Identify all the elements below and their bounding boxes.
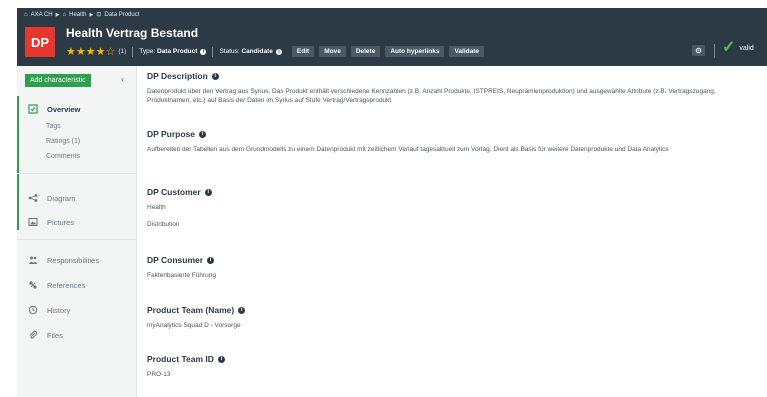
field-label-text: DP Consumer — [147, 255, 204, 265]
people-icon — [27, 254, 39, 266]
sidebar-item-label: History — [47, 305, 71, 315]
sidebar-item-label: Diagram — [47, 193, 76, 203]
chevron-right-icon: ▶ — [89, 11, 94, 18]
sidebar-item-tags[interactable]: Tags — [46, 123, 61, 130]
info-icon[interactable]: i — [200, 48, 207, 55]
field-dp-description: DP Description i Datenprodukt über den V… — [147, 71, 759, 105]
divider — [17, 239, 137, 240]
field-label-text: Product Team (Name) — [147, 305, 235, 315]
auto-hyperlinks-button[interactable]: Auto hyperlinks — [385, 46, 445, 57]
gear-icon — [695, 47, 702, 54]
sidebar-item-comments[interactable]: Comments — [46, 153, 80, 160]
chevron-left-icon[interactable]: ‹ — [121, 74, 124, 84]
sidebar-item-ratings[interactable]: Ratings (1) — [46, 138, 80, 145]
field-value-item: Distribution — [147, 221, 180, 228]
sidebar-item-pictures[interactable]: Pictures — [27, 216, 74, 228]
overview-icon — [27, 103, 39, 115]
field-label-text: DP Purpose — [147, 129, 196, 139]
checkmark-icon: ✓ — [722, 39, 736, 56]
paperclip-icon — [27, 329, 39, 341]
info-icon[interactable]: i — [211, 72, 219, 80]
breadcrumb-item[interactable]: Health — [69, 12, 86, 18]
sidebar-item-history[interactable]: History — [27, 304, 70, 316]
field-dp-consumer: DP Consumer i Faktenbasierte Führung — [147, 255, 759, 280]
field-value: myAnalytics Squad D - Vorsorge — [147, 322, 241, 329]
divider — [17, 173, 137, 174]
info-icon[interactable]: i — [217, 355, 225, 363]
home-icon: ⌂ — [24, 11, 28, 18]
settings-button[interactable] — [692, 45, 705, 56]
breadcrumb-item[interactable]: AXA CH — [31, 12, 53, 18]
sidebar-item-label: Responsibilities — [47, 255, 100, 265]
field-value: PRO-13 — [147, 371, 171, 378]
chevron-right-icon: ▶ — [55, 11, 60, 18]
field-product-team-id: Product Team ID i PRO-13 — [147, 354, 759, 379]
edit-button[interactable]: Edit — [291, 46, 315, 57]
diagram-icon — [27, 192, 39, 204]
rating-stars[interactable]: ★★★★☆ — [66, 45, 115, 58]
type-value: Data Product — [156, 48, 198, 55]
references-icon — [27, 279, 39, 291]
sidebar-item-label: Files — [47, 330, 63, 340]
status-label: Status: — [219, 48, 240, 55]
valid-label: valid — [739, 44, 754, 52]
field-label: DP Purpose i — [147, 129, 759, 139]
field-label-text: DP Description — [147, 71, 208, 81]
info-icon[interactable]: i — [275, 48, 282, 55]
breadcrumb: ⌂ AXA CH ▶ ⌂ Health ▶ ⊡ Data Product — [24, 11, 139, 19]
divider — [212, 46, 214, 57]
field-value: Aufbereiten der Tabellen aus dem Grundmo… — [147, 146, 669, 153]
sidebar-item-responsibilities[interactable]: Responsibilities — [27, 254, 99, 266]
page-title: Health Vertrag Bestand — [66, 26, 199, 40]
sidebar-item-files[interactable]: Files — [27, 329, 63, 341]
app-window: ⌂ AXA CH ▶ ⌂ Health ▶ ⊡ Data Product DP … — [0, 0, 767, 397]
field-label-text: DP Customer — [147, 187, 201, 197]
status-value: Candidate — [241, 48, 273, 55]
sidebar-item-diagram[interactable]: Diagram — [27, 192, 75, 204]
field-value: Health Distribution — [147, 203, 759, 229]
delete-button[interactable]: Delete — [350, 46, 381, 57]
field-label: DP Customer i — [147, 187, 759, 197]
field-label: DP Consumer i — [147, 255, 759, 265]
info-icon[interactable]: i — [199, 130, 207, 138]
active-indicator — [17, 96, 19, 230]
field-label: Product Team ID i — [147, 354, 759, 364]
rating-count: (1) — [118, 48, 127, 55]
field-label: DP Description i — [147, 71, 759, 81]
sidebar-item-label: References — [47, 280, 86, 290]
page-header: ⌂ AXA CH ▶ ⌂ Health ▶ ⊡ Data Product DP … — [17, 8, 767, 66]
validation-status: ✓ valid — [722, 40, 754, 56]
info-icon[interactable]: i — [238, 306, 246, 314]
move-button[interactable]: Move — [319, 46, 346, 57]
breadcrumb-item[interactable]: Data Product — [104, 12, 139, 18]
field-value: Datenprodukt über den Vertrag aus Syrius… — [147, 88, 716, 104]
sidebar: Add characteristic ‹ Overview Tags Ratin… — [17, 66, 137, 397]
field-dp-customer: DP Customer i Health Distribution — [147, 187, 759, 237]
field-value: Faktenbasierte Führung — [147, 272, 217, 279]
sidebar-item-label: Overview — [47, 104, 81, 114]
field-label-text: Product Team ID — [147, 354, 214, 364]
divider — [132, 46, 134, 57]
main-content: DP Description i Datenprodukt über den V… — [137, 66, 767, 397]
home-icon: ⌂ — [62, 11, 67, 18]
field-product-team-name: Product Team (Name) i myAnalytics Squad … — [147, 305, 759, 330]
field-value-item: Health — [147, 204, 166, 211]
add-characteristic-button[interactable]: Add characteristic — [25, 74, 91, 87]
field-label: Product Team (Name) i — [147, 305, 759, 315]
picture-icon — [27, 216, 39, 228]
validate-button[interactable]: Validate — [449, 46, 485, 57]
sidebar-item-overview[interactable]: Overview — [27, 103, 80, 115]
header-meta: ★★★★☆ (1) Type: Data Product i Status: C… — [66, 45, 485, 58]
info-icon[interactable]: i — [204, 188, 212, 196]
field-dp-purpose: DP Purpose i Aufbereiten der Tabellen au… — [147, 129, 759, 154]
type-badge: DP — [25, 27, 55, 57]
dataproduct-icon: ⊡ — [96, 12, 102, 18]
info-icon[interactable]: i — [207, 256, 215, 264]
divider — [714, 44, 715, 58]
sidebar-item-label: Pictures — [47, 217, 75, 227]
sidebar-item-references[interactable]: References — [27, 279, 85, 291]
history-icon — [27, 304, 39, 316]
type-label: Type: — [139, 48, 156, 55]
